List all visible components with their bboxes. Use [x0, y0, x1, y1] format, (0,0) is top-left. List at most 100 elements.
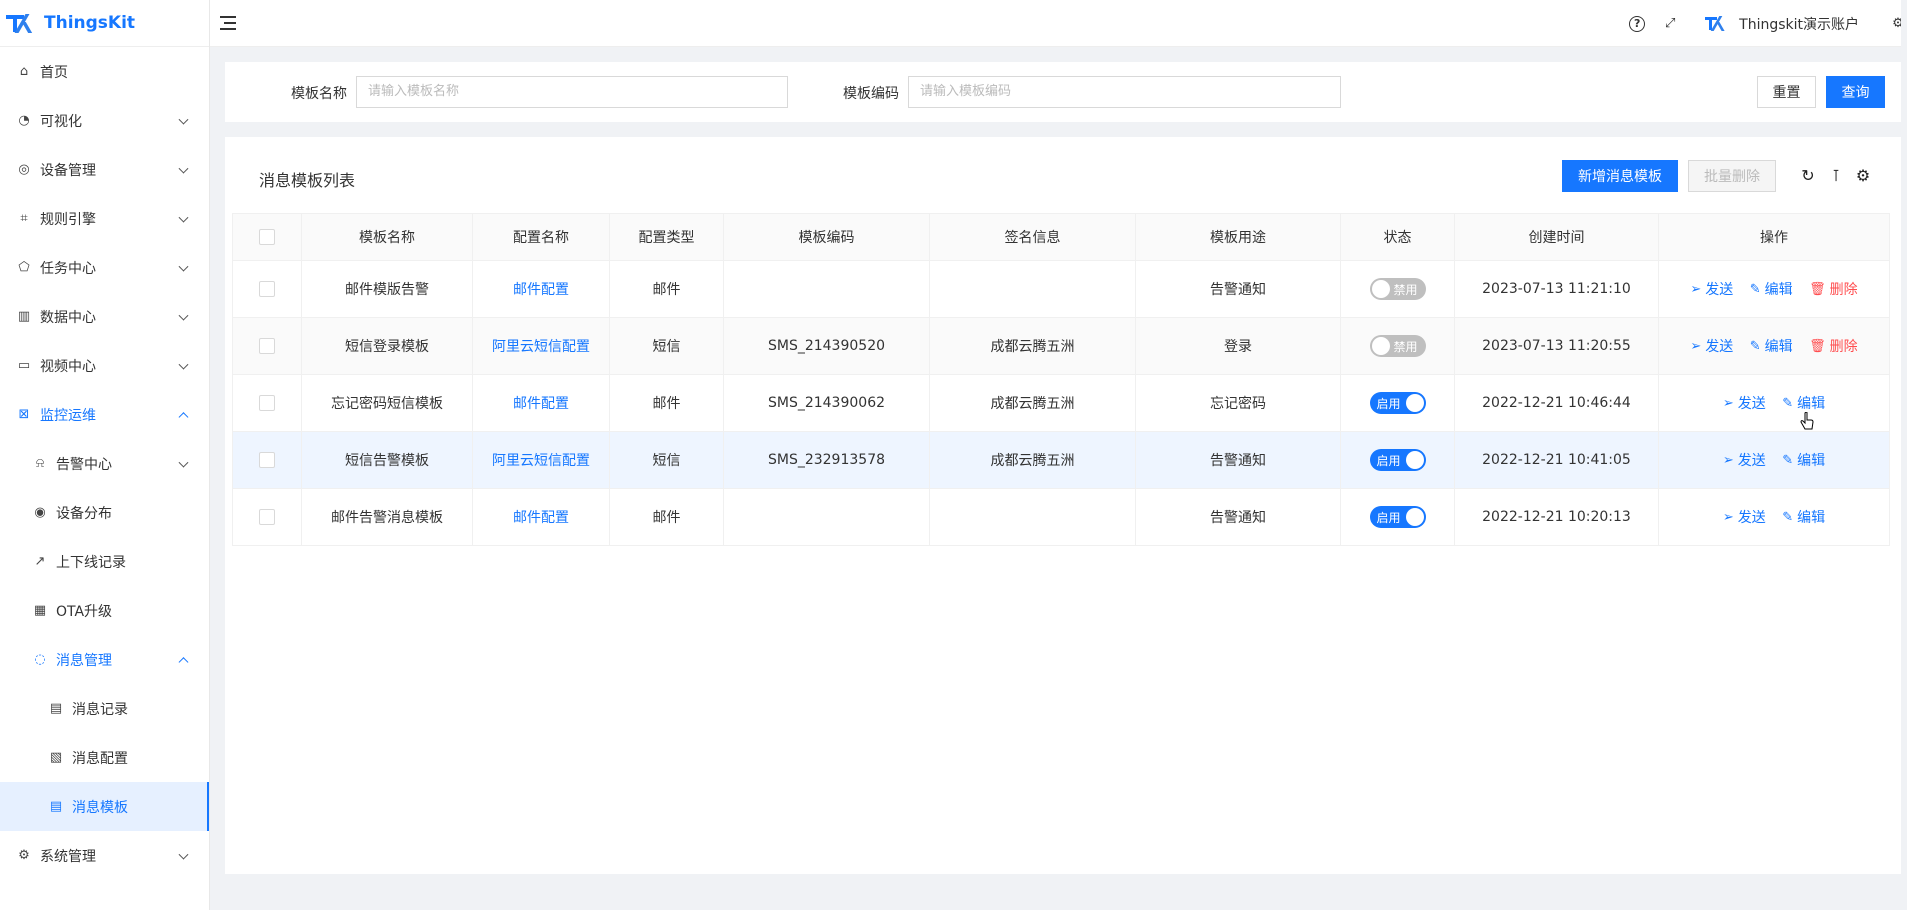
user-avatar-icon[interactable] — [1705, 16, 1727, 32]
edit-button[interactable]: ✎编辑 — [1750, 279, 1793, 299]
sidebar-item-visualization[interactable]: ◔ 可视化 — [0, 96, 209, 145]
sidebar-item-home[interactable]: ⌂ 首页 — [0, 47, 209, 96]
edit-button[interactable]: ✎编辑 — [1750, 336, 1793, 356]
settings-icon: ⚙ — [16, 848, 32, 864]
app-logo[interactable]: ThingsKit — [0, 0, 209, 47]
query-button[interactable]: 查询 — [1826, 76, 1885, 108]
add-template-button[interactable]: 新增消息模板 — [1562, 160, 1678, 192]
template-name-cell: 短信登录模板 — [302, 318, 473, 375]
edit-button[interactable]: ✎编辑 — [1782, 450, 1825, 470]
status-switch[interactable]: 禁用 — [1370, 278, 1426, 300]
search-form: 模板名称 请输入模板名称 模板编码 请输入模板编码 重置 查询 — [225, 62, 1907, 122]
send-button[interactable]: ➢发送 — [1723, 507, 1766, 527]
sidebar-item-message-management[interactable]: ◌ 消息管理 — [0, 635, 209, 684]
chevron-down-icon — [179, 212, 189, 222]
template-name-input[interactable]: 请输入模板名称 — [356, 76, 788, 108]
chart-icon: ▥ — [16, 309, 32, 325]
trash-icon: 🗑 — [1809, 282, 1826, 297]
sidebar-item-data-center[interactable]: ▥ 数据中心 — [0, 292, 209, 341]
row-checkbox[interactable] — [259, 281, 275, 297]
sidebar-item-device-distribution[interactable]: ◉ 设备分布 — [0, 488, 209, 537]
status-switch[interactable]: 启用 — [1370, 449, 1426, 471]
edit-icon: ✎ — [1750, 282, 1761, 297]
row-checkbox[interactable] — [259, 452, 275, 468]
sign-info-cell: 成都云腾五洲 — [930, 318, 1136, 375]
status-switch-label: 启用 — [1377, 452, 1401, 469]
purpose-cell: 告警通知 — [1136, 432, 1341, 489]
row-checkbox[interactable] — [259, 509, 275, 525]
config-type-cell: 邮件 — [610, 261, 724, 318]
status-switch[interactable]: 禁用 — [1370, 335, 1426, 357]
column-header: 状态 — [1341, 214, 1455, 261]
sidebar-item-label: 首页 — [40, 62, 68, 82]
sidebar-item-message-records[interactable]: ▤ 消息记录 — [0, 684, 209, 733]
config-name-link[interactable]: 邮件配置 — [513, 282, 569, 298]
sidebar-item-message-template[interactable]: ▤ 消息模板 — [0, 782, 209, 831]
row-checkbox[interactable] — [259, 395, 275, 411]
send-icon: ➢ — [1723, 396, 1734, 411]
config-name-link[interactable]: 阿里云短信配置 — [492, 453, 590, 469]
sidebar-item-message-config[interactable]: ▧ 消息配置 — [0, 733, 209, 782]
table-header-row: 模板名称 配置名称 配置类型 模板编码 签名信息 模板用途 状态 创建时间 操作 — [233, 214, 1890, 261]
actions-cell: ➢发送 ✎编辑 🗑删除 — [1659, 318, 1890, 375]
sidebar-item-online-records[interactable]: ↗ 上下线记录 — [0, 537, 209, 586]
send-icon: ➢ — [1723, 453, 1734, 468]
row-checkbox[interactable] — [259, 338, 275, 354]
column-header: 操作 — [1659, 214, 1890, 261]
status-switch[interactable]: 启用 — [1370, 392, 1426, 414]
delete-label: 删除 — [1830, 336, 1858, 356]
created-time-cell: 2022-12-21 10:20:13 — [1455, 489, 1659, 546]
monitor-icon: ⊠ — [16, 407, 32, 423]
edit-icon: ✎ — [1782, 396, 1793, 411]
menu-fold-icon[interactable] — [220, 16, 236, 30]
config-name-link[interactable]: 邮件配置 — [513, 510, 569, 526]
batch-delete-button[interactable]: 批量删除 — [1688, 160, 1776, 192]
chevron-down-icon — [179, 163, 189, 173]
edit-label: 编辑 — [1797, 450, 1825, 470]
send-icon: ➢ — [1723, 510, 1734, 525]
send-button[interactable]: ➢发送 — [1723, 450, 1766, 470]
page-scrollbar[interactable] — [1901, 0, 1907, 910]
edit-button[interactable]: ✎编辑 — [1782, 507, 1825, 527]
template-code-input[interactable]: 请输入模板编码 — [908, 76, 1341, 108]
settings-icon[interactable]: ⚙ — [1853, 165, 1873, 185]
sidebar-item-monitoring[interactable]: ⊠ 监控运维 — [0, 390, 209, 439]
send-button[interactable]: ➢发送 — [1690, 336, 1733, 356]
send-button[interactable]: ➢发送 — [1690, 279, 1733, 299]
user-name[interactable]: Thingskit演示账户 — [1739, 14, 1859, 34]
chevron-down-icon — [179, 114, 189, 124]
sidebar-item-label: OTA升级 — [56, 601, 112, 621]
edit-button[interactable]: ✎编辑 — [1782, 393, 1825, 413]
file-icon: ▤ — [48, 701, 64, 717]
config-name-link[interactable]: 邮件配置 — [513, 396, 569, 412]
sidebar-item-video-center[interactable]: ▭ 视频中心 — [0, 341, 209, 390]
sidebar-item-task-center[interactable]: ⬠ 任务中心 — [0, 243, 209, 292]
sidebar-item-ota-upgrade[interactable]: ▦ OTA升级 — [0, 586, 209, 635]
sidebar-menu: ⌂ 首页 ◔ 可视化 ◎ 设备管理 ⌗ 规则引擎 ⬠ 任务中心 ▥ 数据中心 — [0, 47, 209, 880]
sidebar-item-device-management[interactable]: ◎ 设备管理 — [0, 145, 209, 194]
sidebar-item-rule-engine[interactable]: ⌗ 规则引擎 — [0, 194, 209, 243]
created-time-cell: 2022-12-21 10:46:44 — [1455, 375, 1659, 432]
select-all-cell[interactable] — [233, 214, 302, 261]
refresh-icon[interactable]: ↻ — [1798, 165, 1818, 185]
send-button[interactable]: ➢发送 — [1723, 393, 1766, 413]
status-switch[interactable]: 启用 — [1370, 506, 1426, 528]
reset-button[interactable]: 重置 — [1757, 76, 1816, 108]
column-header: 模板用途 — [1136, 214, 1341, 261]
chevron-down-icon — [179, 310, 189, 320]
delete-button[interactable]: 🗑删除 — [1809, 279, 1858, 299]
template-name-cell: 忘记密码短信模板 — [302, 375, 473, 432]
config-name-link[interactable]: 阿里云短信配置 — [492, 339, 590, 355]
select-all-checkbox[interactable] — [259, 229, 275, 245]
edit-label: 编辑 — [1797, 507, 1825, 527]
top-header: ? ⤢ Thingskit演示账户 ⚙ — [210, 0, 1907, 47]
fullscreen-icon[interactable]: ⤢ — [1661, 15, 1679, 33]
column-height-icon[interactable]: ⊺ — [1826, 165, 1846, 185]
help-icon[interactable]: ? — [1629, 16, 1645, 32]
delete-button[interactable]: 🗑删除 — [1809, 336, 1858, 356]
column-header: 签名信息 — [930, 214, 1136, 261]
sidebar-item-system-management[interactable]: ⚙ 系统管理 — [0, 831, 209, 880]
sidebar-item-alarm-center[interactable]: ⍾ 告警中心 — [0, 439, 209, 488]
app-title: ThingsKit — [44, 13, 135, 33]
edit-icon: ✎ — [1750, 339, 1761, 354]
